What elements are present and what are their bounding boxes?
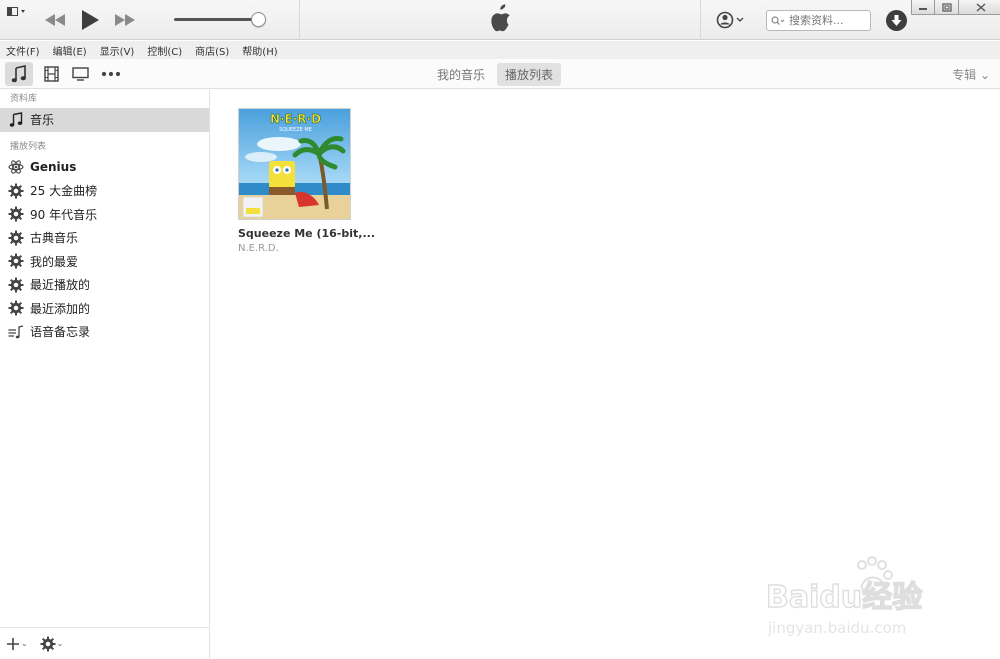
search-icon xyxy=(771,15,785,25)
volume-track xyxy=(174,18,260,21)
volume-slider[interactable] xyxy=(174,12,270,28)
sidebar-item-label: 语音备忘录 xyxy=(30,325,91,340)
music-media-button[interactable] xyxy=(5,62,33,86)
more-dots-icon xyxy=(101,71,121,77)
sidebar-footer: ⌄ ⌄ xyxy=(0,627,209,659)
sidebar-item-label: 我的最爱 xyxy=(30,254,79,269)
smart-playlist-gear-icon xyxy=(8,230,24,246)
baidu-watermark: Baidu经验 jingyan.baidu.com xyxy=(765,555,946,645)
sidebar-item-label: 25 大金曲榜 xyxy=(30,184,98,199)
restore-button[interactable] xyxy=(935,0,959,15)
smart-playlist-gear-icon xyxy=(8,300,24,316)
add-playlist-button[interactable]: ⌄ xyxy=(6,637,28,651)
album-cover[interactable]: N·E·R·D SQUEEZE ME xyxy=(238,108,351,220)
sidebar-item-music[interactable]: 音乐 xyxy=(0,108,209,132)
menu-controls[interactable]: 控制(C) xyxy=(147,43,182,58)
smart-playlist-gear-icon xyxy=(8,277,24,293)
album-tile[interactable]: N·E·R·D SQUEEZE ME Squeeze Me (16-bit,..… xyxy=(238,108,375,254)
sidebar-item-label: 90 年代音乐 xyxy=(30,207,98,222)
search-box[interactable] xyxy=(766,10,871,31)
minimize-button[interactable] xyxy=(911,0,935,15)
sidebar-item-classical[interactable]: 古典音乐 xyxy=(0,226,209,250)
gear-icon xyxy=(40,636,56,651)
sidebar-item-label: Genius xyxy=(30,160,77,175)
previous-track-button[interactable] xyxy=(42,8,68,32)
downloads-button[interactable] xyxy=(886,10,907,31)
sidebar-toggle-icon[interactable] xyxy=(6,3,28,17)
chevron-down-icon: ⌄ xyxy=(56,639,64,648)
sidebar-item-label: 古典音乐 xyxy=(30,231,79,246)
menu-view[interactable]: 显示(V) xyxy=(100,43,135,58)
sidebar-item-favorites[interactable]: 我的最爱 xyxy=(0,250,209,274)
sidebar-item-label: 最近添加的 xyxy=(30,301,91,316)
sidebar-item-label: 最近播放的 xyxy=(30,278,91,293)
account-button[interactable] xyxy=(716,10,748,30)
music-note-icon xyxy=(8,112,24,128)
sidebar-item-90s-music[interactable]: 90 年代音乐 xyxy=(0,203,209,227)
cover-band-text: N·E·R·D xyxy=(270,112,321,126)
album-title[interactable]: Squeeze Me (16-bit,... xyxy=(238,227,375,240)
next-track-button[interactable] xyxy=(112,8,138,32)
chevron-down-icon: ⌄ xyxy=(21,639,28,648)
library-section-title: 资料库 xyxy=(10,94,38,104)
sidebar-item-voice-memos[interactable]: 语音备忘录 xyxy=(0,320,209,344)
view-tabs: 我的音乐 播放列表 xyxy=(429,63,565,86)
smart-playlist-gear-icon xyxy=(8,253,24,269)
play-button[interactable] xyxy=(78,8,102,32)
film-icon xyxy=(43,66,59,82)
menu-file[interactable]: 文件(F) xyxy=(6,43,40,58)
menu-bar: 文件(F) 编辑(E) 显示(V) 控制(C) 商店(S) 帮助(H) xyxy=(0,41,1000,59)
volume-knob[interactable] xyxy=(251,12,266,27)
search-input[interactable] xyxy=(789,14,865,27)
watermark-url-text: jingyan.baidu.com xyxy=(767,619,906,637)
watermark-brand-text: Baidu经验 xyxy=(766,580,922,615)
close-button[interactable] xyxy=(959,0,1000,15)
navigation-bar: 我的音乐 播放列表 专辑 ⌄ xyxy=(0,59,1000,89)
plus-icon xyxy=(7,637,19,650)
playlists-section-title: 播放列表 xyxy=(10,141,47,152)
cover-subtitle-text: SQUEEZE ME xyxy=(279,127,312,133)
menu-store[interactable]: 商店(S) xyxy=(195,43,229,58)
menu-edit[interactable]: 编辑(E) xyxy=(53,43,87,58)
sidebar: 资料库 音乐 播放列表 Genius 25 大金曲榜 90 年代音乐 古典音乐 … xyxy=(0,90,210,659)
status-display xyxy=(299,0,701,40)
tab-playlists[interactable]: 播放列表 xyxy=(497,63,562,86)
tv-shows-media-button[interactable] xyxy=(66,62,94,86)
download-arrow-icon xyxy=(891,14,902,26)
view-options-dropdown[interactable]: 专辑 ⌄ xyxy=(952,66,990,83)
sidebar-item-top-25[interactable]: 25 大金曲榜 xyxy=(0,179,209,203)
tv-icon xyxy=(71,67,89,81)
smart-playlist-gear-icon xyxy=(8,183,24,199)
playlist-settings-button[interactable]: ⌄ xyxy=(40,636,64,652)
sidebar-item-genius[interactable]: Genius xyxy=(0,156,209,180)
sidebar-item-recently-added[interactable]: 最近添加的 xyxy=(0,297,209,321)
movies-media-button[interactable] xyxy=(37,62,65,86)
apple-logo-icon xyxy=(488,4,512,36)
smart-playlist-gear-icon xyxy=(8,206,24,222)
sidebar-item-label: 音乐 xyxy=(30,113,55,128)
menu-help[interactable]: 帮助(H) xyxy=(242,43,277,58)
sidebar-item-recently-played[interactable]: 最近播放的 xyxy=(0,273,209,297)
album-artist[interactable]: N.E.R.D. xyxy=(238,243,358,254)
genius-atom-icon xyxy=(8,159,24,175)
playlist-icon xyxy=(8,324,24,340)
tab-my-music[interactable]: 我的音乐 xyxy=(429,63,493,86)
transport-bar xyxy=(0,0,1000,40)
window-controls xyxy=(911,0,1000,16)
music-note-icon xyxy=(11,65,26,83)
more-media-button[interactable] xyxy=(97,62,125,86)
